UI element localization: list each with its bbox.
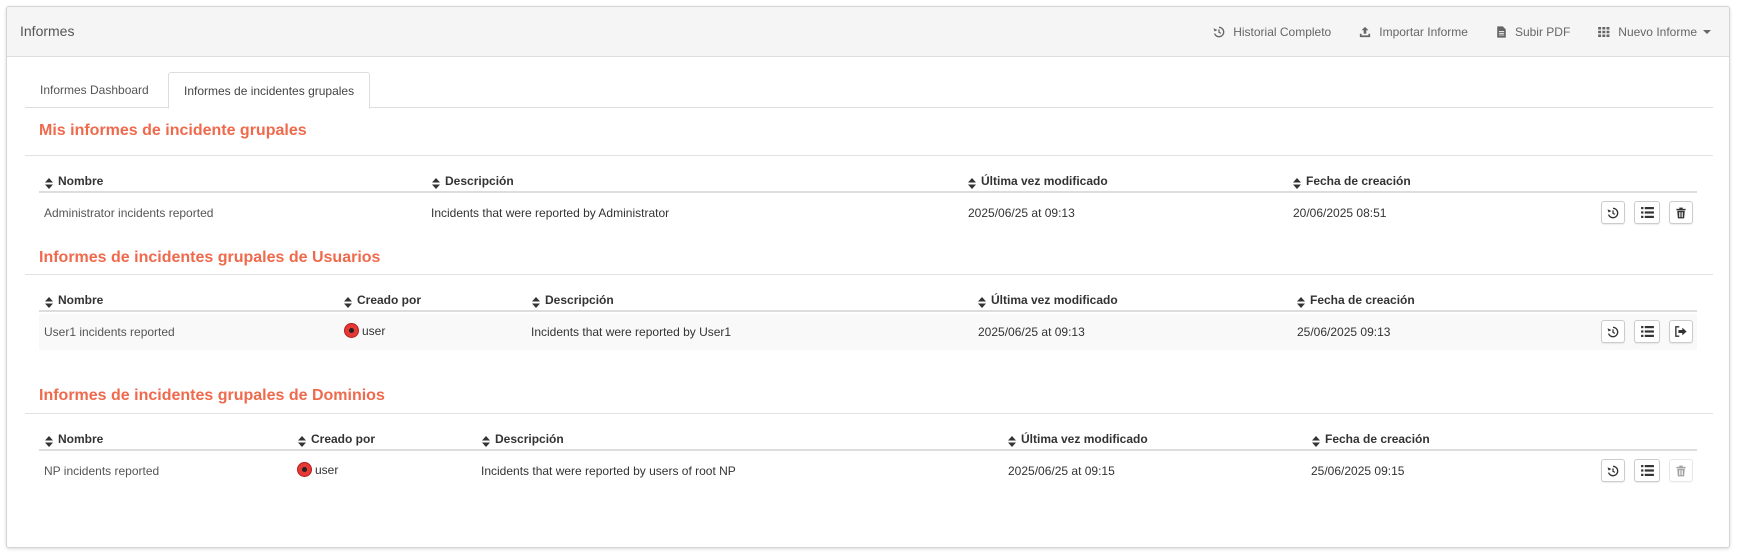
row-actions [1592, 320, 1693, 343]
history-button[interactable] [1601, 201, 1625, 224]
sort-icon [45, 436, 53, 447]
tab-group-incidents[interactable]: Informes de incidentes grupales [168, 72, 371, 109]
sort-icon [482, 436, 490, 447]
sort-icon [968, 178, 976, 189]
page-title: Informes [20, 23, 75, 39]
report-creator: user [297, 462, 339, 478]
history-button[interactable] [1601, 459, 1625, 482]
trash-icon [1676, 465, 1686, 477]
report-created: 25/06/2025 09:13 [1297, 325, 1391, 339]
row-actions [1592, 459, 1693, 482]
history-icon [1607, 326, 1619, 338]
upload-pdf-button[interactable]: Subir PDF [1496, 25, 1570, 39]
import-label: Importar Informe [1379, 25, 1468, 39]
tab-informes-dashboard[interactable]: Informes Dashboard [25, 72, 164, 109]
list-icon [1641, 326, 1654, 337]
report-created: 20/06/2025 08:51 [1293, 206, 1387, 220]
divider [25, 155, 1713, 156]
col-name[interactable]: Nombre [45, 174, 103, 188]
report-modified: 2025/06/25 at 09:13 [968, 206, 1075, 220]
user-reports-title: Informes de incidentes grupales de Usuar… [39, 249, 381, 266]
col-name[interactable]: Nombre [45, 293, 103, 307]
sort-icon [532, 297, 540, 308]
history-icon [1607, 207, 1619, 219]
list-icon [1641, 465, 1654, 476]
row-actions [1592, 201, 1693, 224]
col-modified[interactable]: Última vez modificado [978, 293, 1118, 307]
col-modified[interactable]: Última vez modificado [968, 174, 1108, 188]
report-description: Incidents that were reported by users of… [481, 464, 736, 478]
sort-icon [1297, 297, 1305, 308]
table-header: Nombre Creado por Descripción Última vez… [39, 423, 1697, 451]
delete-button[interactable] [1669, 459, 1693, 482]
report-name[interactable]: Administrator incidents reported [44, 206, 213, 220]
col-modified[interactable]: Última vez modificado [1008, 432, 1148, 446]
sort-icon [1312, 436, 1320, 447]
table-header: Nombre Descripción Última vez modificado… [39, 165, 1697, 193]
sort-icon [45, 297, 53, 308]
my-reports-title: Mis informes de incidente grupales [39, 122, 307, 139]
report-name[interactable]: User1 incidents reported [44, 325, 175, 339]
col-created[interactable]: Fecha de creación [1293, 174, 1411, 188]
col-created-by[interactable]: Creado por [298, 432, 375, 446]
divider [25, 274, 1713, 275]
table-row: Administrator incidents reported Inciden… [39, 195, 1697, 231]
delete-button[interactable] [1669, 201, 1693, 224]
list-button[interactable] [1634, 320, 1660, 343]
history-button[interactable]: Historial Completo [1213, 25, 1331, 39]
table-row: User1 incidents reported user Incidents … [39, 314, 1697, 350]
domain-reports-title: Informes de incidentes grupales de Domin… [39, 387, 385, 404]
upload-pdf-label: Subir PDF [1514, 25, 1571, 39]
avatar [297, 462, 312, 478]
report-tabs: Informes Dashboard Informes de incidente… [25, 72, 1713, 109]
history-icon [1607, 465, 1619, 477]
col-description[interactable]: Descripción [482, 432, 564, 446]
import-report-button[interactable]: Importar Informe [1359, 25, 1468, 39]
sign-out-icon [1675, 326, 1687, 337]
col-name[interactable]: Nombre [45, 432, 103, 446]
report-modified: 2025/06/25 at 09:13 [978, 325, 1085, 339]
reports-panel: Informes Historial Completo Importar Inf… [6, 6, 1730, 548]
sort-icon [978, 297, 986, 308]
history-icon [1213, 26, 1225, 38]
list-button[interactable] [1634, 201, 1660, 224]
file-icon [1496, 26, 1507, 38]
col-description[interactable]: Descripción [432, 174, 514, 188]
col-created[interactable]: Fecha de creación [1297, 293, 1415, 307]
sort-icon [298, 436, 306, 447]
col-created[interactable]: Fecha de creación [1312, 432, 1430, 446]
report-name[interactable]: NP incidents reported [44, 464, 159, 478]
header-actions: Historial Completo Importar Informe Subi… [1185, 7, 1711, 57]
list-button[interactable] [1634, 459, 1660, 482]
upload-icon [1359, 26, 1371, 38]
sort-icon [45, 178, 53, 189]
col-description[interactable]: Descripción [532, 293, 614, 307]
list-icon [1641, 207, 1654, 218]
report-created: 25/06/2025 09:15 [1311, 464, 1405, 478]
caret-down-icon [1703, 30, 1711, 34]
creator-name: user [315, 463, 339, 477]
new-report-label: Nuevo Informe [1618, 25, 1697, 39]
sort-icon [1293, 178, 1301, 189]
report-modified: 2025/06/25 at 09:15 [1008, 464, 1115, 478]
table-header: Nombre Creado por Descripción Última vez… [39, 284, 1697, 312]
unsubscribe-button[interactable] [1669, 320, 1693, 343]
new-report-dropdown[interactable]: Nuevo Informe [1598, 25, 1711, 39]
divider [25, 413, 1713, 414]
sort-icon [432, 178, 440, 189]
report-creator: user [344, 323, 386, 339]
creator-name: user [362, 324, 386, 338]
col-created-by[interactable]: Creado por [344, 293, 421, 307]
table-row: NP incidents reported user Incidents tha… [39, 453, 1697, 489]
trash-icon [1676, 207, 1686, 219]
sort-icon [344, 297, 352, 308]
panel-heading: Informes Historial Completo Importar Inf… [7, 7, 1729, 57]
avatar [344, 323, 359, 339]
history-label: Historial Completo [1233, 25, 1332, 39]
grid-icon [1598, 27, 1610, 37]
sort-icon [1008, 436, 1016, 447]
history-button[interactable] [1601, 320, 1625, 343]
report-description: Incidents that were reported by User1 [531, 325, 732, 339]
report-description: Incidents that were reported by Administ… [431, 206, 670, 220]
